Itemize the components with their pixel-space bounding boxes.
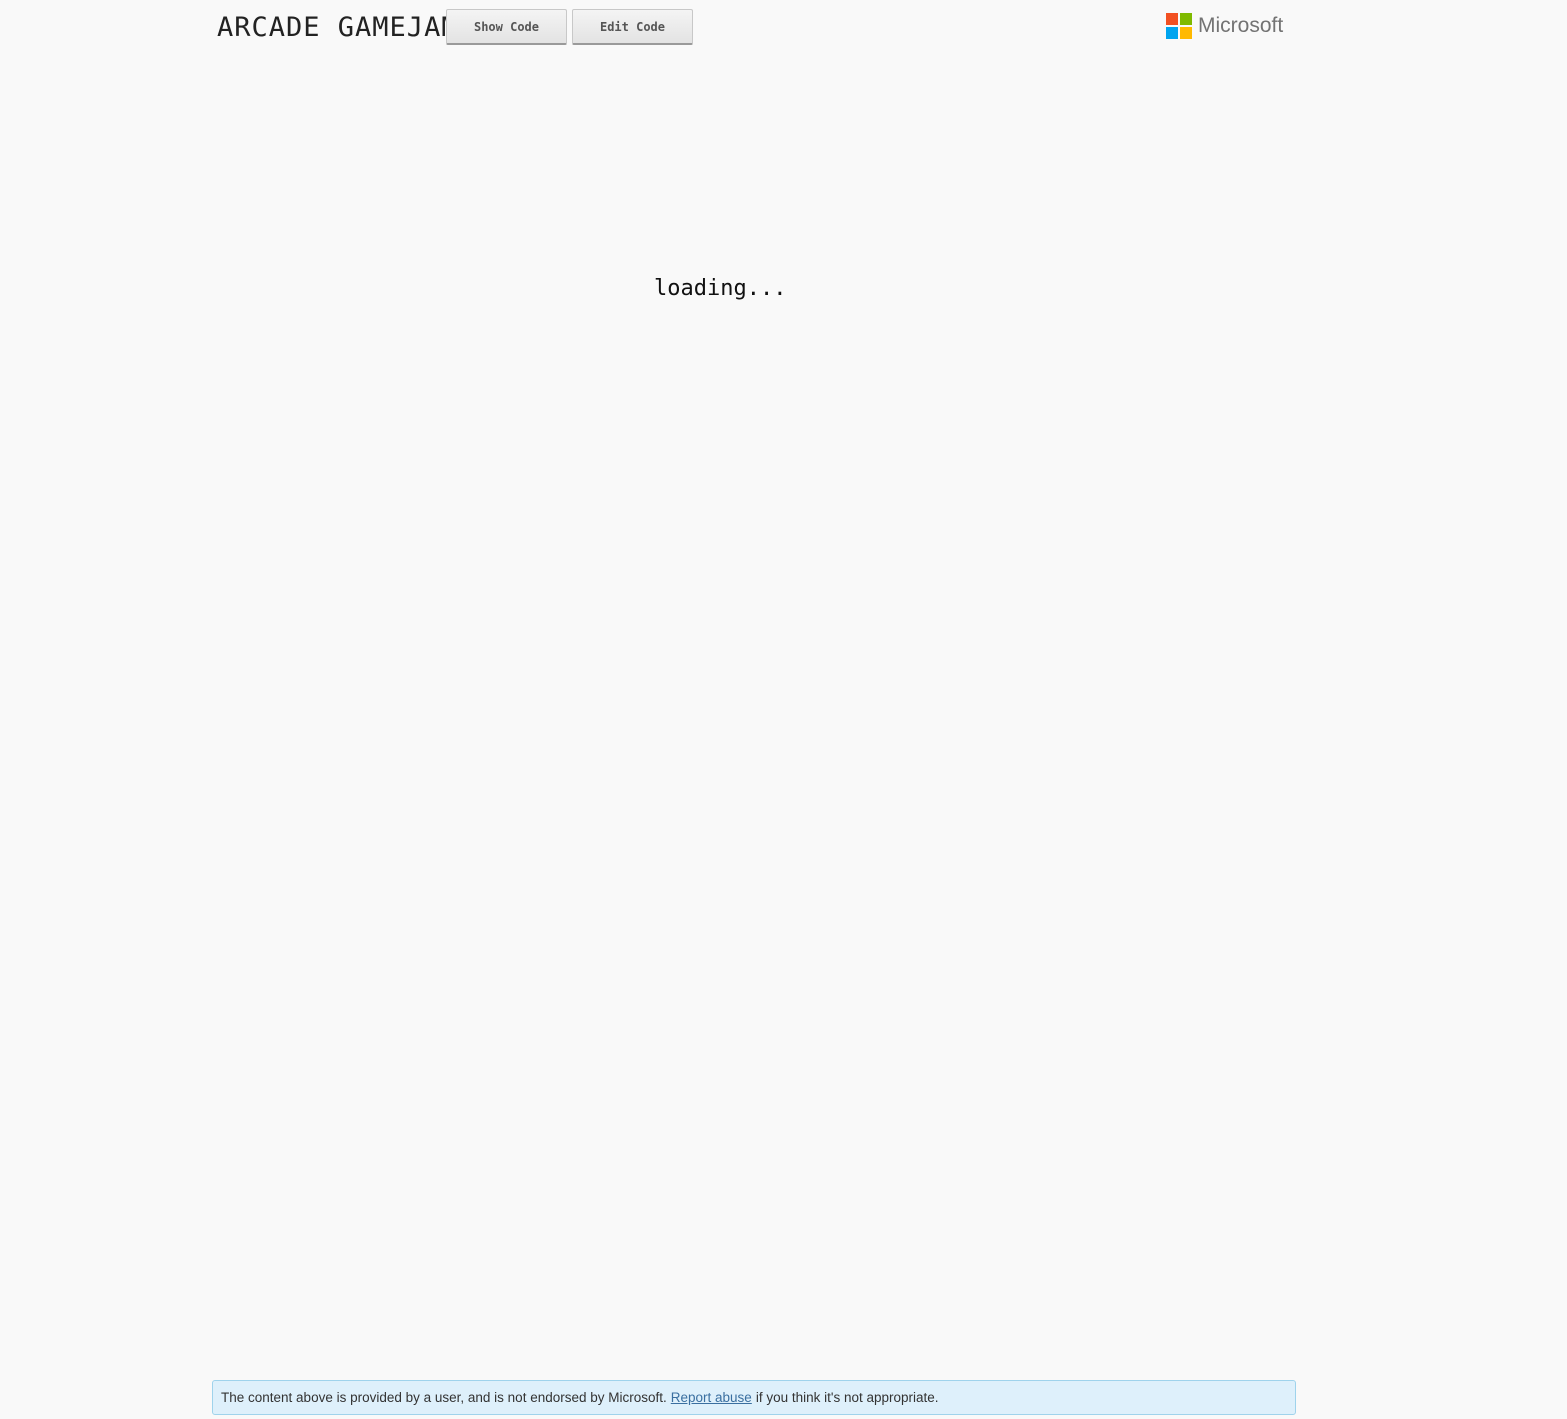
logo-square-blue (1166, 27, 1178, 39)
show-code-button[interactable]: Show Code (446, 9, 567, 45)
microsoft-logo-text: Microsoft (1198, 14, 1284, 37)
header-bar: ARCADE GAMEJAM Show Code Edit Code Micro… (0, 0, 1567, 56)
logo-square-red (1166, 13, 1178, 25)
loading-text: loading... (654, 276, 787, 301)
report-abuse-link[interactable]: Report abuse (671, 1390, 752, 1405)
edit-code-button[interactable]: Edit Code (572, 9, 693, 45)
abuse-notice-banner: The content above is provided by a user,… (212, 1380, 1296, 1415)
notice-text-before: The content above is provided by a user,… (221, 1390, 667, 1405)
microsoft-logo[interactable]: Microsoft (1166, 13, 1283, 39)
notice-text-after: if you think it's not appropriate. (755, 1390, 939, 1405)
logo-square-green (1180, 13, 1192, 25)
logo-square-yellow (1180, 27, 1192, 39)
microsoft-logo-icon (1166, 13, 1192, 39)
page-title: ARCADE GAMEJAM (217, 12, 459, 43)
